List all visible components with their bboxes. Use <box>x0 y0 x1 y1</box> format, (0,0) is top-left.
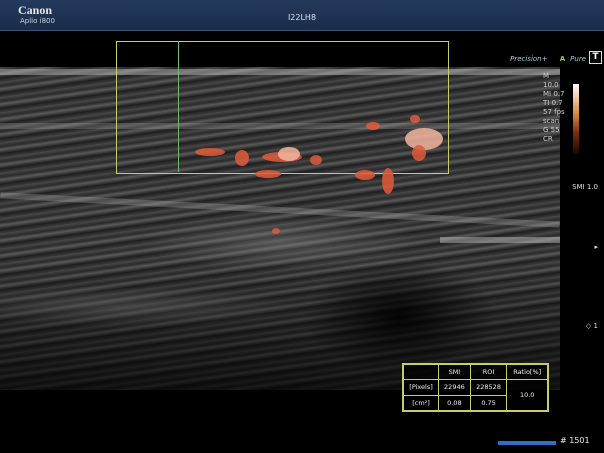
smi-label: SMI 1.0 <box>572 183 598 191</box>
probe-name: I22LH8 <box>287 13 317 22</box>
roi-inner-line <box>178 41 179 172</box>
header-bar: Canon Aplio i800 I22LH8 <box>0 0 604 31</box>
mode-tags: Precision+ A Pure <box>505 55 586 63</box>
depth-marker: ◇ 1 <box>585 322 598 330</box>
focus-marker-icon: ▸ <box>594 243 598 251</box>
apure-tag: A Pure <box>559 55 586 63</box>
t-marker-icon[interactable]: T <box>589 51 602 64</box>
frame-number: # 1501 <box>560 436 590 445</box>
cine-progress-bar[interactable] <box>498 441 556 445</box>
measurement-table: SMI ROI Ratio[%] [Pixels] 22946 228528 1… <box>402 363 549 412</box>
color-scale-bar <box>573 84 579 154</box>
precision-tag: Precision+ <box>510 55 548 63</box>
